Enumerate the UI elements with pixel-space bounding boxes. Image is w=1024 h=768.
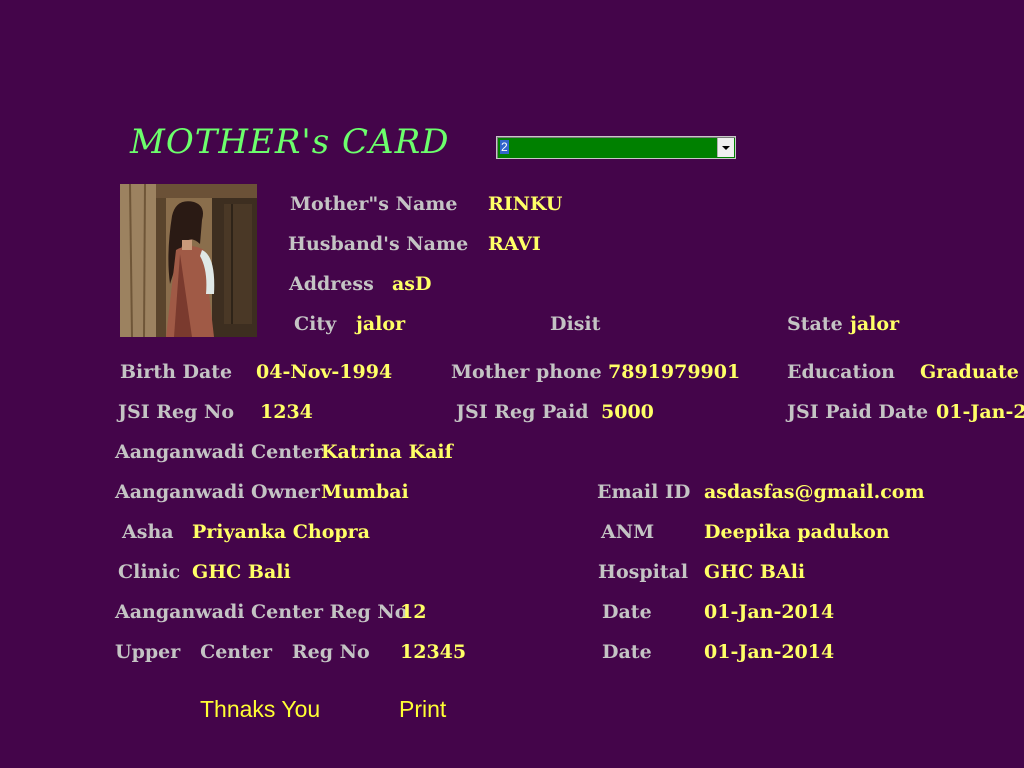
chevron-down-icon[interactable] [717, 138, 734, 157]
email-label: Email ID [597, 481, 691, 503]
husband-name-label: Husband's Name [288, 233, 469, 255]
hospital-value: GHC BAli [704, 561, 806, 583]
anm-label: ANM [601, 521, 655, 543]
district-label: Disit [550, 313, 601, 335]
mother-name-value: RINKU [488, 193, 563, 215]
jsi-reg-paid-value: 5000 [601, 401, 654, 423]
address-label: Address [289, 273, 374, 295]
city-value: jalor [356, 313, 406, 335]
page-title: MOTHER's CARD [130, 122, 450, 162]
record-selector-dropdown[interactable]: 2 [496, 136, 736, 159]
birth-date-label: Birth Date [120, 361, 233, 383]
husband-name-value: RAVI [488, 233, 541, 255]
education-value: Graduate [920, 361, 1019, 383]
center-reg-no-value: 12 [400, 601, 427, 623]
birth-date-value: 04-Nov-1994 [256, 361, 393, 383]
aanganwadi-center-label: Aanganwadi Center [115, 441, 323, 463]
state-value: jalor [850, 313, 900, 335]
mothers-card-page: MOTHER's CARD 2 Mother"s Name RINKU Husb… [0, 0, 1024, 768]
asha-label: Asha [122, 521, 174, 543]
state-label: State [787, 313, 843, 335]
clinic-value: GHC Bali [192, 561, 291, 583]
mother-phone-value: 7891979901 [608, 361, 741, 383]
hospital-label: Hospital [598, 561, 689, 583]
city-label: City [294, 313, 337, 335]
center-reg-no-label: Aanganwadi Center Reg No [115, 601, 408, 623]
aanganwadi-owner-value: Mumbai [321, 481, 409, 503]
aanganwadi-owner-label: Aanganwadi Owner [115, 481, 320, 503]
jsi-reg-no-label: JSI Reg No [118, 401, 235, 423]
record-selector-value: 2 [500, 140, 509, 154]
clinic-label: Clinic [118, 561, 181, 583]
upper-reg-date-value: 01-Jan-2014 [704, 641, 835, 663]
upper-reg-no-label: Upper Center Reg No [115, 641, 370, 663]
mother-phone-label: Mother phone [451, 361, 602, 383]
jsi-paid-date-value: 01-Jan-2 [936, 401, 1024, 423]
education-label: Education [787, 361, 895, 383]
mother-name-label: Mother"s Name [290, 193, 458, 215]
asha-value: Priyanka Chopra [192, 521, 370, 543]
address-value: asD [392, 273, 432, 295]
jsi-reg-paid-label: JSI Reg Paid [456, 401, 589, 423]
print-button[interactable]: Print [399, 696, 446, 722]
upper-reg-date-label: Date [602, 641, 652, 663]
thanks-button[interactable]: Thnaks You [200, 696, 320, 722]
center-reg-date-label: Date [602, 601, 652, 623]
anm-value: Deepika padukon [704, 521, 890, 543]
jsi-paid-date-label: JSI Paid Date [787, 401, 929, 423]
center-reg-date-value: 01-Jan-2014 [704, 601, 835, 623]
aanganwadi-center-value: Katrina Kaif [321, 441, 453, 463]
upper-reg-no-value: 12345 [400, 641, 467, 663]
mother-photo [120, 184, 257, 337]
jsi-reg-no-value: 1234 [260, 401, 313, 423]
email-value: asdasfas@gmail.com [704, 481, 925, 503]
